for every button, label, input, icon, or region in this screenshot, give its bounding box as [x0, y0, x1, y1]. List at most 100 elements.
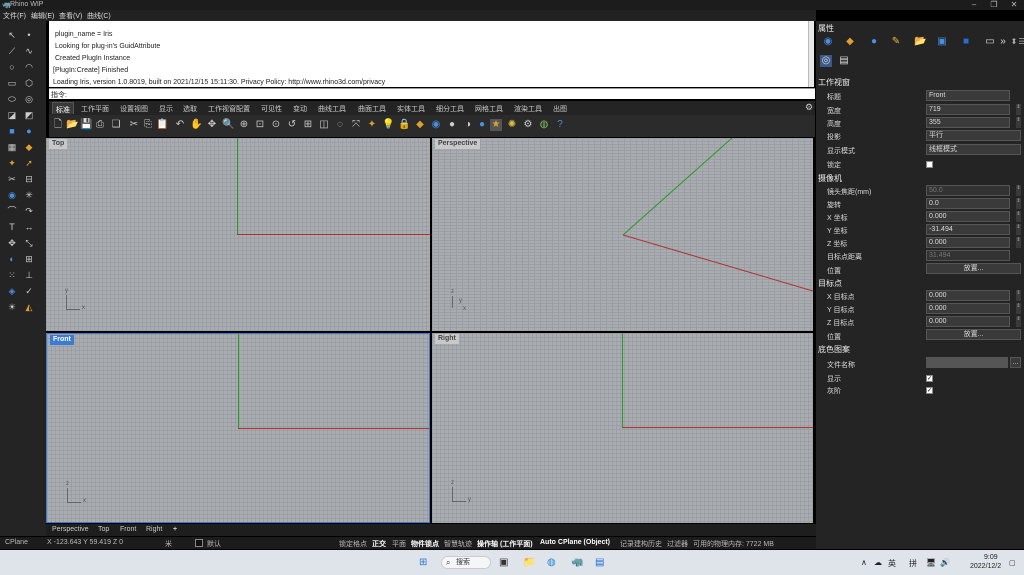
target-distance-field[interactable]: 31.494: [926, 250, 1010, 261]
zoom-icon[interactable]: 🔍: [222, 119, 234, 131]
target-y-field[interactable]: 0.000: [926, 303, 1010, 314]
point-icon[interactable]: •: [22, 29, 36, 41]
display-mode-select[interactable]: 线框模式: [926, 144, 1021, 155]
render-icon[interactable]: ◈: [5, 285, 19, 297]
lock-checkbox[interactable]: [926, 161, 933, 168]
cloud-icon[interactable]: ☁: [874, 558, 882, 567]
tab-mesh-tools[interactable]: 网格工具: [475, 104, 503, 114]
tab-surface-tools[interactable]: 曲面工具: [358, 104, 386, 114]
status-planar[interactable]: 平面: [392, 539, 406, 549]
vp-tab-right[interactable]: Right: [146, 526, 162, 533]
texture-icon[interactable]: ▣: [936, 36, 948, 48]
filename-field[interactable]: [926, 357, 1008, 368]
gear-icon[interactable]: ⚙: [805, 102, 813, 113]
viewport-top[interactable]: Top y x: [46, 138, 430, 331]
edge-icon[interactable]: ◍: [547, 557, 556, 568]
browse-button[interactable]: ...: [1010, 357, 1021, 368]
grayscale-checkbox[interactable]: ✓: [926, 387, 933, 394]
height-spinner[interactable]: ⇕: [1016, 117, 1021, 128]
viewport-perspective[interactable]: Perspective z y x: [432, 138, 813, 331]
menu-view[interactable]: 查看(V): [59, 11, 82, 21]
status-filter[interactable]: 过滤器: [667, 539, 688, 549]
status-smarttrack[interactable]: 智慧轨迹: [444, 539, 472, 549]
height-field[interactable]: 355: [926, 117, 1010, 128]
tray-time[interactable]: 9:09: [984, 554, 998, 561]
minimize-icon[interactable]: –: [964, 0, 984, 10]
cplane-icon[interactable]: ◫: [318, 119, 330, 131]
pan-icon[interactable]: ✋: [190, 119, 202, 131]
curve-icon[interactable]: ∿: [22, 45, 36, 57]
menu-edit[interactable]: 编辑(E): [31, 11, 54, 21]
tab-standard[interactable]: 标准: [52, 102, 74, 114]
tab-curve-tools[interactable]: 曲线工具: [318, 104, 346, 114]
title-field[interactable]: Front: [926, 90, 1010, 101]
rotate-view-icon[interactable]: ✥: [206, 119, 218, 131]
analyze-icon[interactable]: ◐: [5, 253, 19, 265]
four-view-icon[interactable]: ⊞: [302, 119, 314, 131]
network-icon[interactable]: 🖥: [926, 558, 936, 567]
undo-view-icon[interactable]: ↺: [286, 119, 298, 131]
split-icon[interactable]: ⊟: [22, 173, 36, 185]
loft-icon[interactable]: ◩: [22, 109, 36, 121]
projection-select[interactable]: 平行: [926, 130, 1021, 141]
tab-solid-tools[interactable]: 实体工具: [397, 104, 425, 114]
join-icon[interactable]: ◉: [5, 189, 19, 201]
panel-menu-icon[interactable]: ☰: [1016, 36, 1024, 48]
tab-select[interactable]: 选取: [183, 104, 197, 114]
extrude-icon[interactable]: ◆: [22, 141, 36, 153]
zoom-selected-icon[interactable]: ⊙: [270, 119, 282, 131]
offset-icon[interactable]: ↷: [22, 205, 36, 217]
polyline-icon[interactable]: ⟋: [5, 45, 19, 57]
tab-visibility[interactable]: 可见性: [261, 104, 282, 114]
material-icon[interactable]: ◭: [22, 301, 36, 313]
viewport-title[interactable]: Top: [49, 139, 68, 149]
solid-box-icon[interactable]: ■: [5, 125, 19, 137]
layer-color-swatch[interactable]: [195, 539, 203, 547]
select-icon[interactable]: ↖: [5, 29, 19, 41]
camera-z-spinner[interactable]: ⇕: [1016, 237, 1021, 248]
properties-icon[interactable]: ◑: [462, 119, 474, 131]
add-viewport-button[interactable]: +: [173, 526, 177, 533]
width-spinner[interactable]: ⇕: [1016, 104, 1021, 115]
status-units[interactable]: 米: [165, 539, 172, 549]
open-icon[interactable]: 📂: [66, 119, 78, 131]
tab-transform[interactable]: 变动: [293, 104, 307, 114]
align-icon[interactable]: ⊥: [22, 269, 36, 281]
camera-x-spinner[interactable]: ⇕: [1016, 211, 1021, 222]
command-history-scrollbar[interactable]: [808, 21, 814, 87]
tray-chevron-icon[interactable]: ∧: [861, 558, 867, 567]
rhino-taskbar-icon[interactable]: 🦏: [571, 557, 583, 568]
spiral-icon[interactable]: ◎: [22, 93, 36, 105]
target-x-spinner[interactable]: ⇕: [1016, 290, 1021, 301]
layer-icon[interactable]: ◆: [414, 119, 426, 131]
notification-icon[interactable]: ▢: [1009, 559, 1016, 567]
globe-icon[interactable]: ◍: [538, 119, 550, 131]
folder-icon[interactable]: 📂: [914, 36, 926, 48]
vp-tab-perspective[interactable]: Perspective: [52, 526, 89, 533]
tab-drafting[interactable]: 出图: [553, 104, 567, 114]
tab-render-tools[interactable]: 渲染工具: [514, 104, 542, 114]
paste-icon[interactable]: 📋: [156, 119, 168, 131]
tab-display[interactable]: 显示: [159, 104, 173, 114]
status-osnap[interactable]: 物件锁点: [411, 539, 439, 549]
trim-icon[interactable]: ✂: [5, 173, 19, 185]
target-z-field[interactable]: 0.000: [926, 316, 1010, 327]
close-icon[interactable]: ✕: [1004, 0, 1024, 10]
command-input[interactable]: [67, 90, 807, 99]
app-icon[interactable]: ▤: [595, 557, 604, 568]
boolean-icon[interactable]: ✦: [5, 157, 19, 169]
new-icon[interactable]: 🗋: [52, 119, 64, 131]
material-props-icon[interactable]: ●: [868, 36, 880, 48]
array-icon[interactable]: ⁙: [5, 269, 19, 281]
layer-props-icon[interactable]: ◆: [844, 36, 856, 48]
save-icon[interactable]: 💾: [80, 119, 92, 131]
viewport-title[interactable]: Right: [435, 334, 459, 344]
status-gumball[interactable]: 操作轴 (工作平面): [477, 539, 533, 549]
display-props-icon[interactable]: ▭: [984, 36, 996, 48]
ellipse-icon[interactable]: ⬭: [5, 93, 19, 105]
mesh-icon[interactable]: ▦: [5, 141, 19, 153]
lens-spinner[interactable]: ⇕: [1016, 185, 1021, 196]
status-grid-snap[interactable]: 锁定格点: [339, 539, 367, 549]
status-layer[interactable]: 默认: [207, 539, 221, 549]
object-props-icon[interactable]: ◉: [822, 36, 834, 48]
